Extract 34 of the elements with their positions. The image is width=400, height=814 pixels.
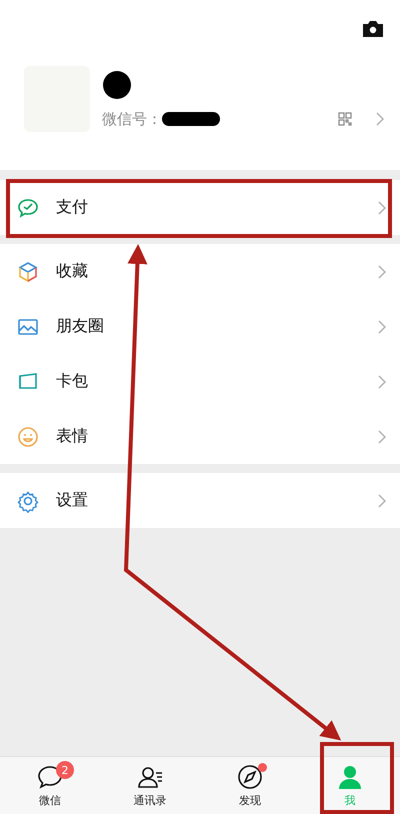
settings-icon bbox=[16, 488, 40, 512]
menu-row[interactable]: 收藏 bbox=[0, 244, 400, 299]
tab[interactable]: 通讯录 bbox=[100, 757, 200, 814]
chevron-icon bbox=[378, 264, 386, 278]
compass-icon bbox=[236, 763, 264, 791]
redaction-mark bbox=[102, 70, 132, 100]
menu-row[interactable]: 表情 bbox=[0, 409, 400, 464]
chevron-icon bbox=[378, 200, 386, 214]
smile-icon bbox=[16, 424, 40, 448]
id-label: 微信号： bbox=[102, 110, 162, 128]
menu-row[interactable]: 支付 bbox=[0, 180, 400, 235]
tab[interactable]: 发现 bbox=[200, 757, 300, 814]
menu-row[interactable]: 朋友圈 bbox=[0, 299, 400, 354]
chat-icon bbox=[36, 763, 64, 791]
cube-icon bbox=[16, 260, 40, 284]
person-icon bbox=[336, 763, 364, 791]
chevron-icon bbox=[378, 320, 386, 334]
camera-icon[interactable] bbox=[362, 20, 384, 38]
redaction-mark bbox=[162, 112, 220, 126]
chevron-icon bbox=[378, 430, 386, 444]
menu-label: 朋友圈 bbox=[56, 316, 105, 337]
menu-row[interactable]: 设置 bbox=[0, 473, 400, 528]
menu-label: 卡包 bbox=[56, 371, 89, 392]
unread-badge: 2 bbox=[56, 761, 74, 779]
menu-label: 支付 bbox=[56, 197, 89, 218]
chevron-icon bbox=[376, 112, 384, 126]
chevron-icon bbox=[378, 494, 386, 508]
chevron-icon bbox=[378, 374, 386, 388]
qr-code-icon[interactable] bbox=[338, 112, 352, 126]
menu-label: 表情 bbox=[56, 426, 89, 447]
menu-row[interactable]: 卡包 bbox=[0, 354, 400, 409]
menu-label: 收藏 bbox=[56, 261, 89, 282]
menu-label: 设置 bbox=[56, 490, 89, 511]
tab[interactable]: 微信 2 bbox=[0, 757, 100, 814]
